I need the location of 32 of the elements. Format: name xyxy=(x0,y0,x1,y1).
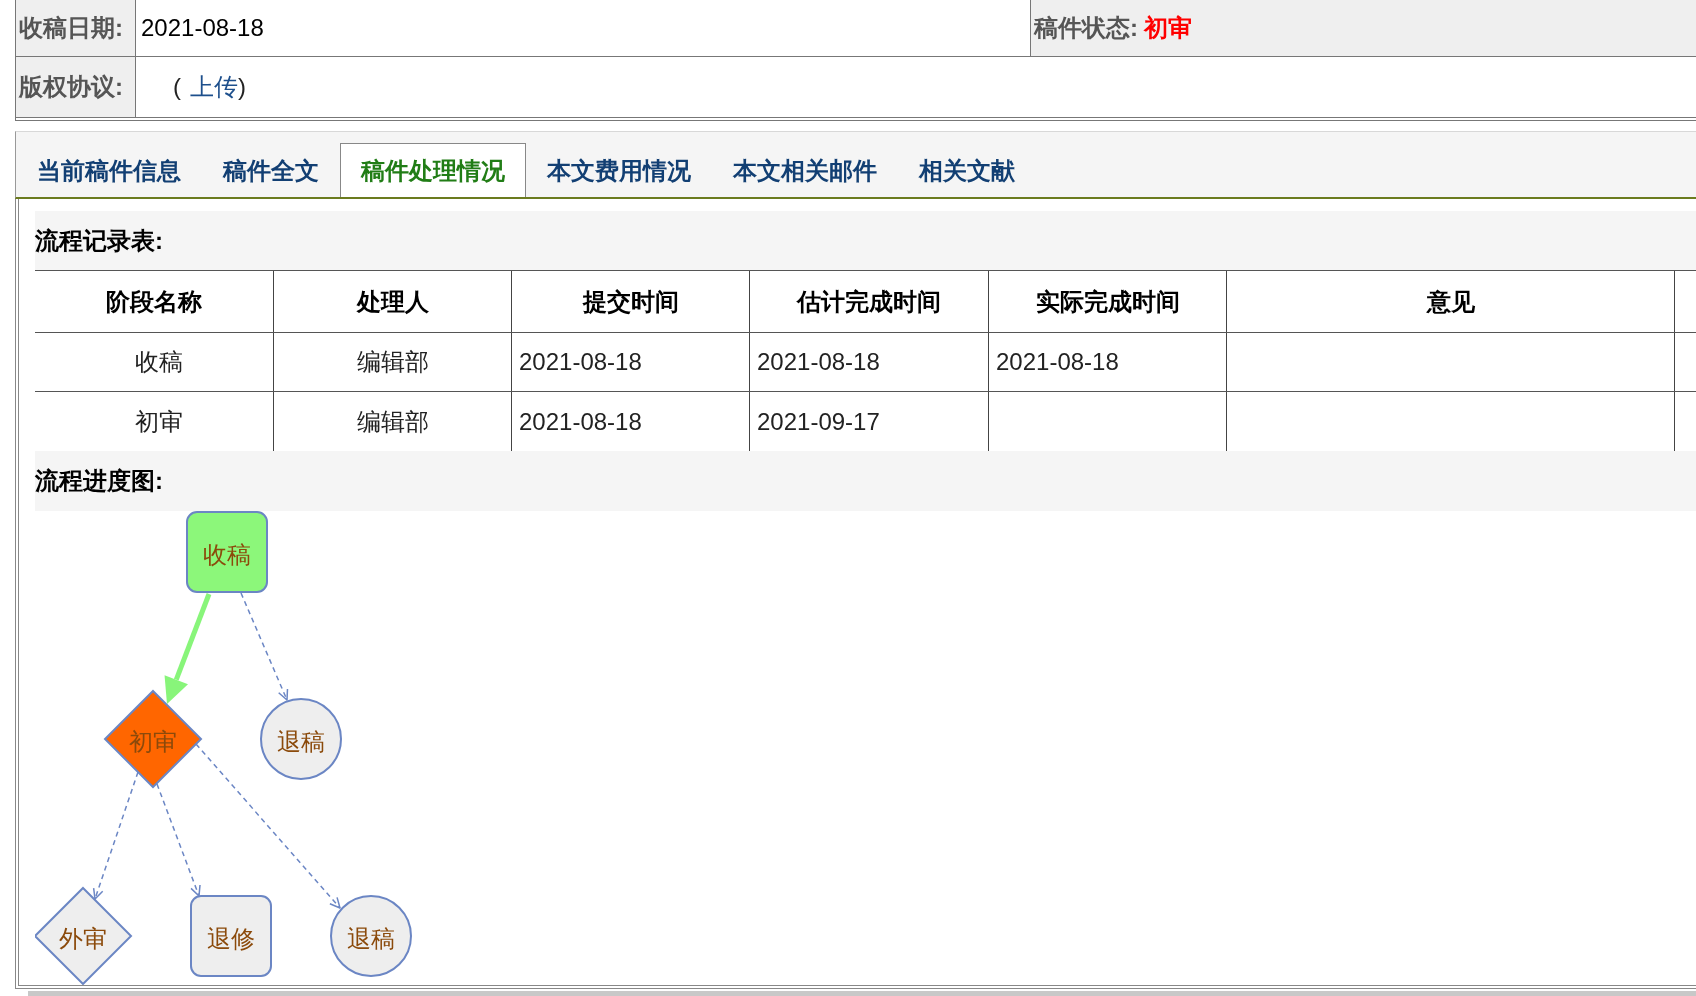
tab[interactable]: 相关文献 xyxy=(898,143,1036,197)
column-header: 估计完成时间 xyxy=(750,271,989,332)
flow-node: 初审 xyxy=(103,689,203,789)
flow-node: 退稿 xyxy=(330,895,412,977)
scrollbar[interactable] xyxy=(28,991,1696,996)
tab[interactable]: 稿件全文 xyxy=(202,143,340,197)
flow-node: 退稿 xyxy=(260,698,342,780)
column-header: 实际完成时间 xyxy=(989,271,1227,332)
tab[interactable]: 稿件处理情况 xyxy=(340,143,526,197)
table-cell: 2021-08-18 xyxy=(512,333,750,391)
tab[interactable]: 当前稿件信息 xyxy=(16,143,202,197)
table-cell: 编辑部 xyxy=(274,333,512,391)
column-header: 意见 xyxy=(1227,271,1675,332)
flow-node: 收稿 xyxy=(186,511,268,593)
field-label: 收稿日期: xyxy=(16,0,136,56)
field-label: 版权协议: xyxy=(16,57,136,117)
flow-node: 外审 xyxy=(35,886,133,985)
tab[interactable]: 本文费用情况 xyxy=(526,143,712,197)
column-header: 处理人 xyxy=(274,271,512,332)
table-cell: 2021-08-18 xyxy=(989,333,1227,391)
flow-node: 退修 xyxy=(190,895,272,977)
copyright-value: ( 上传) xyxy=(173,72,246,102)
table-cell: 收稿 xyxy=(35,333,274,391)
table-cell: 2021-08-18 xyxy=(750,333,989,391)
status-label: 稿件状态: xyxy=(1034,13,1138,43)
section-title: 流程记录表: xyxy=(35,211,1696,270)
status-value: 初审 xyxy=(1144,13,1192,43)
tab[interactable]: 本文相关邮件 xyxy=(712,143,898,197)
column-header: 阶段名称 xyxy=(35,271,274,332)
upload-link[interactable]: 上传 xyxy=(190,73,238,100)
column-header: 提交时间 xyxy=(512,271,750,332)
section-title: 流程进度图: xyxy=(35,451,1696,511)
